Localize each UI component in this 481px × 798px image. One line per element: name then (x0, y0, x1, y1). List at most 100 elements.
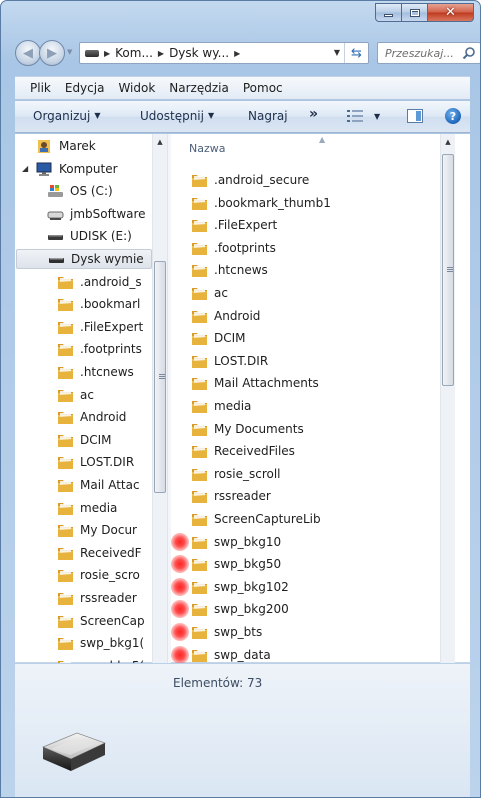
breadcrumb-separator-icon[interactable]: ▶ (158, 49, 164, 58)
file-list-item[interactable]: swp_bkg102 (171, 576, 289, 598)
tree-item[interactable]: swp_bkg1( (57, 633, 144, 653)
tree-item[interactable]: Dysk wymie (16, 249, 152, 269)
tree-item[interactable]: UDISK (E:) (47, 226, 132, 246)
tree-item[interactable]: .footprints (57, 339, 142, 359)
view-dropdown-icon[interactable]: ▼ (374, 112, 380, 121)
menu-help[interactable]: Pomoc (243, 81, 283, 95)
refresh-button[interactable]: ⇆ (344, 43, 368, 63)
file-list-item[interactable]: swp_bts (171, 621, 262, 643)
breadcrumb-removable-disk[interactable]: Dysk wy... (169, 46, 229, 60)
navigation-scrollbar[interactable]: ▲ (152, 134, 167, 663)
windows-drive-icon (48, 185, 63, 198)
tree-item[interactable]: .bookmarl (57, 294, 140, 314)
preview-pane-icon[interactable] (407, 109, 423, 123)
tree-item[interactable]: .htcnews (57, 362, 134, 382)
column-header[interactable]: Nazwa ▲ (171, 134, 455, 160)
tree-item[interactable]: .android_s (57, 272, 142, 292)
grip-icon (159, 374, 165, 375)
search-input[interactable] (385, 46, 461, 60)
file-list-item[interactable]: rssreader (171, 485, 271, 507)
file-list-item[interactable]: .bookmark_thumb1 (171, 192, 331, 214)
burn-button[interactable]: Nagraj (248, 109, 288, 123)
tree-item[interactable]: LOST.DIR (57, 452, 134, 472)
scroll-up-icon[interactable]: ▲ (441, 138, 455, 146)
file-name: rssreader (214, 489, 271, 504)
folder-icon (58, 299, 73, 312)
collapse-arrow-icon[interactable]: ◢ (22, 164, 28, 173)
menu-tools[interactable]: Narzędzia (169, 81, 229, 95)
close-button[interactable]: ✕ (428, 3, 474, 22)
tree-item[interactable]: My Docur (57, 520, 137, 540)
file-name: Mail Attachments (214, 376, 319, 391)
file-name: .htcnews (214, 263, 268, 278)
file-list-item[interactable]: rosie_scroll (171, 463, 281, 485)
breadcrumb-separator-icon[interactable]: ▶ (234, 49, 240, 58)
file-list-item[interactable]: swp_bkg10 (171, 531, 281, 553)
folder-icon (58, 638, 73, 651)
folder-icon (192, 265, 207, 278)
share-button[interactable]: Udostępnij ▼ (140, 109, 214, 123)
file-list-item[interactable]: ReceivedFiles (171, 440, 295, 462)
file-list-item[interactable]: Mail Attachments (171, 372, 319, 394)
folder-icon (58, 367, 73, 379)
tree-item-label: media (80, 500, 118, 515)
minimize-button[interactable] (375, 3, 402, 22)
file-list-scroll-thumb[interactable] (442, 154, 454, 386)
tree-item[interactable]: OS (C:) (47, 181, 113, 201)
tree-item[interactable]: ReceivedF (57, 543, 142, 563)
tree-item[interactable]: Mail Attac (57, 475, 140, 495)
menu-view[interactable]: Widok (118, 81, 155, 95)
tree-item[interactable]: rosie_scro (57, 565, 140, 585)
tree-item[interactable]: DCIM (57, 430, 112, 450)
breadcrumb-separator-icon[interactable]: ▶ (104, 49, 110, 58)
folder-icon (58, 502, 73, 515)
tree-item[interactable]: ScreenCap (57, 611, 145, 631)
more-commands-button[interactable]: » (309, 106, 318, 122)
file-list-item[interactable]: Android (171, 305, 260, 327)
file-list-item[interactable]: .htcnews (171, 259, 268, 281)
tree-item[interactable]: ac (57, 385, 94, 405)
address-bar[interactable]: ▶ Kom... ▶ Dysk wy... ▶ ▼ ⇆ (79, 42, 369, 64)
file-list-item[interactable]: .android_secure (171, 169, 309, 191)
search-box[interactable] (377, 42, 480, 64)
scroll-up-icon[interactable]: ▲ (153, 138, 167, 146)
tree-item[interactable]: .FileExpert (57, 317, 143, 337)
tree-item[interactable]: Marek (36, 136, 96, 156)
file-list-scrollbar[interactable]: ▲ (440, 134, 455, 663)
tree-item[interactable]: jmbSoftware (47, 204, 146, 224)
change-view-icon[interactable] (347, 110, 363, 122)
breadcrumb-computer[interactable]: Kom... (115, 46, 153, 60)
organize-button[interactable]: Organizuj ▼ (33, 109, 100, 123)
file-list-item[interactable]: My Documents (171, 418, 304, 440)
file-list-item[interactable]: .footprints (171, 237, 276, 259)
maximize-icon (409, 8, 420, 17)
navigation-scroll-thumb[interactable] (154, 261, 166, 493)
recent-pages-dropdown[interactable]: ▼ (67, 48, 76, 56)
tree-item-label: Mail Attac (80, 478, 140, 492)
menu-file[interactable]: Plik (30, 81, 51, 95)
maximize-button[interactable] (402, 3, 428, 22)
address-dropdown-icon[interactable]: ▼ (334, 48, 340, 57)
search-icon[interactable] (462, 46, 476, 60)
tree-item[interactable]: ◢ Komputer (22, 159, 118, 179)
file-list-item[interactable]: swp_data (171, 644, 271, 663)
menu-edit[interactable]: Edycja (65, 81, 105, 95)
file-list-item[interactable]: .FileExpert (171, 214, 277, 236)
tree-item[interactable]: media (57, 498, 117, 518)
file-list-item[interactable]: ScreenCaptureLib (171, 508, 321, 530)
back-button[interactable]: ◀ (15, 40, 41, 66)
file-list-item[interactable]: DCIM (171, 327, 246, 349)
tree-item[interactable]: rssreader (57, 588, 137, 608)
file-list-item[interactable]: ac (171, 282, 228, 304)
tree-item[interactable]: Android (57, 407, 126, 427)
help-icon[interactable]: ? (445, 108, 461, 124)
file-list-item[interactable]: media (171, 395, 251, 417)
tree-item[interactable]: swp_bkg5( (57, 656, 144, 663)
file-list-item[interactable]: swp_bkg50 (171, 553, 281, 575)
file-list-item[interactable]: LOST.DIR (171, 350, 268, 372)
column-header-name[interactable]: Nazwa (189, 142, 225, 155)
tree-item-label: .bookmarl (80, 297, 141, 312)
forward-button[interactable]: ▶ (39, 40, 65, 66)
tree-item-label: rosie_scro (80, 568, 140, 583)
file-list-item[interactable]: swp_bkg200 (171, 598, 289, 620)
